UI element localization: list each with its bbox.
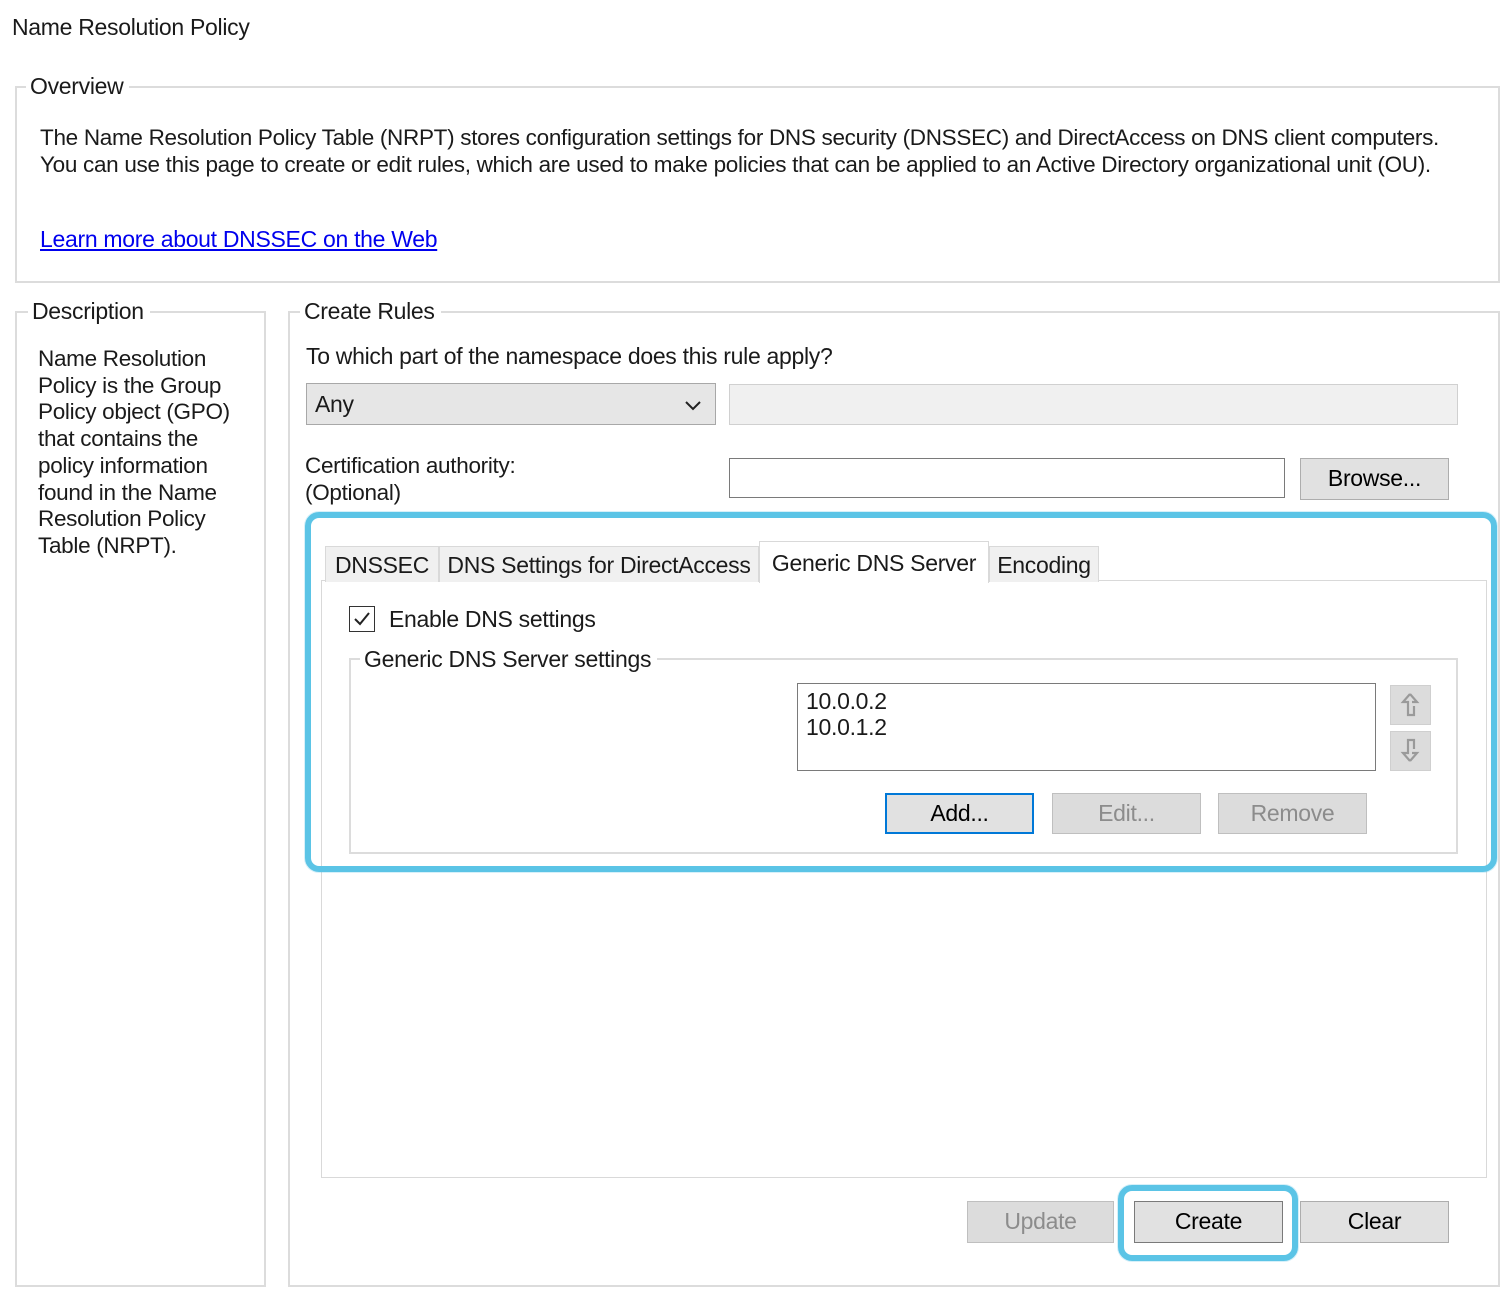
description-line: that contains the <box>38 426 199 452</box>
description-line: Policy is the Group <box>38 372 222 398</box>
description-line: Table (NRPT). <box>38 532 177 558</box>
move-up-icon <box>1400 693 1420 717</box>
move-up-button[interactable] <box>1390 685 1431 725</box>
list-item[interactable]: 10.0.1.2 <box>806 714 887 740</box>
description-legend: Description <box>28 297 150 325</box>
update-button[interactable]: Update <box>967 1201 1114 1243</box>
cert-authority-input[interactable] <box>729 458 1285 498</box>
cert-authority-label: Certification authority: (Optional) <box>305 452 516 506</box>
overview-group <box>15 86 1500 283</box>
namespace-select-value: Any <box>315 391 354 417</box>
overview-line-2: You can use this page to create or edit … <box>40 152 1431 177</box>
cert-authority-label-line: (Optional) <box>305 480 401 505</box>
enable-dns-checkbox[interactable] <box>349 606 375 632</box>
create-rules-legend: Create Rules <box>300 297 441 325</box>
overview-line-1: The Name Resolution Policy Table (NRPT) … <box>40 125 1440 150</box>
page-title: Name Resolution Policy <box>12 14 250 40</box>
move-down-button[interactable] <box>1390 731 1431 771</box>
tab-generic-dns-server[interactable]: Generic DNS Server <box>759 541 989 583</box>
description-line: Policy object (GPO) <box>38 399 230 425</box>
edit-button[interactable]: Edit... <box>1052 793 1201 834</box>
chevron-down-icon <box>683 394 703 414</box>
move-down-icon <box>1400 738 1420 762</box>
tab-dns-settings-directaccess[interactable]: DNS Settings for DirectAccess <box>439 546 759 582</box>
description-line: Name Resolution <box>38 346 207 371</box>
add-button[interactable]: Add... <box>885 793 1034 834</box>
browse-button[interactable]: Browse... <box>1300 458 1449 500</box>
description-line: Resolution Policy <box>38 506 206 532</box>
namespace-question: To which part of the namespace does this… <box>306 343 833 369</box>
list-item[interactable]: 10.0.0.2 <box>806 688 887 714</box>
namespace-input[interactable] <box>729 384 1458 425</box>
description-line: found in the Name <box>38 479 217 505</box>
tab-dnssec[interactable]: DNSSEC <box>325 546 439 582</box>
enable-dns-label: Enable DNS settings <box>389 606 596 632</box>
remove-button[interactable]: Remove <box>1218 793 1367 834</box>
namespace-select[interactable]: Any <box>306 383 716 425</box>
checkmark-icon <box>354 612 370 626</box>
learn-more-link[interactable]: Learn more about DNSSEC on the Web <box>40 226 438 253</box>
dns-server-list[interactable]: 10.0.0.2 10.0.1.2 <box>797 683 1376 771</box>
overview-legend: Overview <box>26 72 130 100</box>
generic-dns-settings-legend: Generic DNS Server settings <box>360 645 658 673</box>
tab-encoding[interactable]: Encoding <box>989 546 1099 582</box>
description-text: Name Resolution Policy is the Group Poli… <box>38 346 258 560</box>
overview-text: The Name Resolution Policy Table (NRPT) … <box>40 124 1439 178</box>
description-line: policy information <box>38 452 208 478</box>
create-button[interactable]: Create <box>1134 1201 1283 1243</box>
clear-button[interactable]: Clear <box>1300 1201 1449 1243</box>
cert-authority-label-line: Certification authority: <box>305 453 516 478</box>
